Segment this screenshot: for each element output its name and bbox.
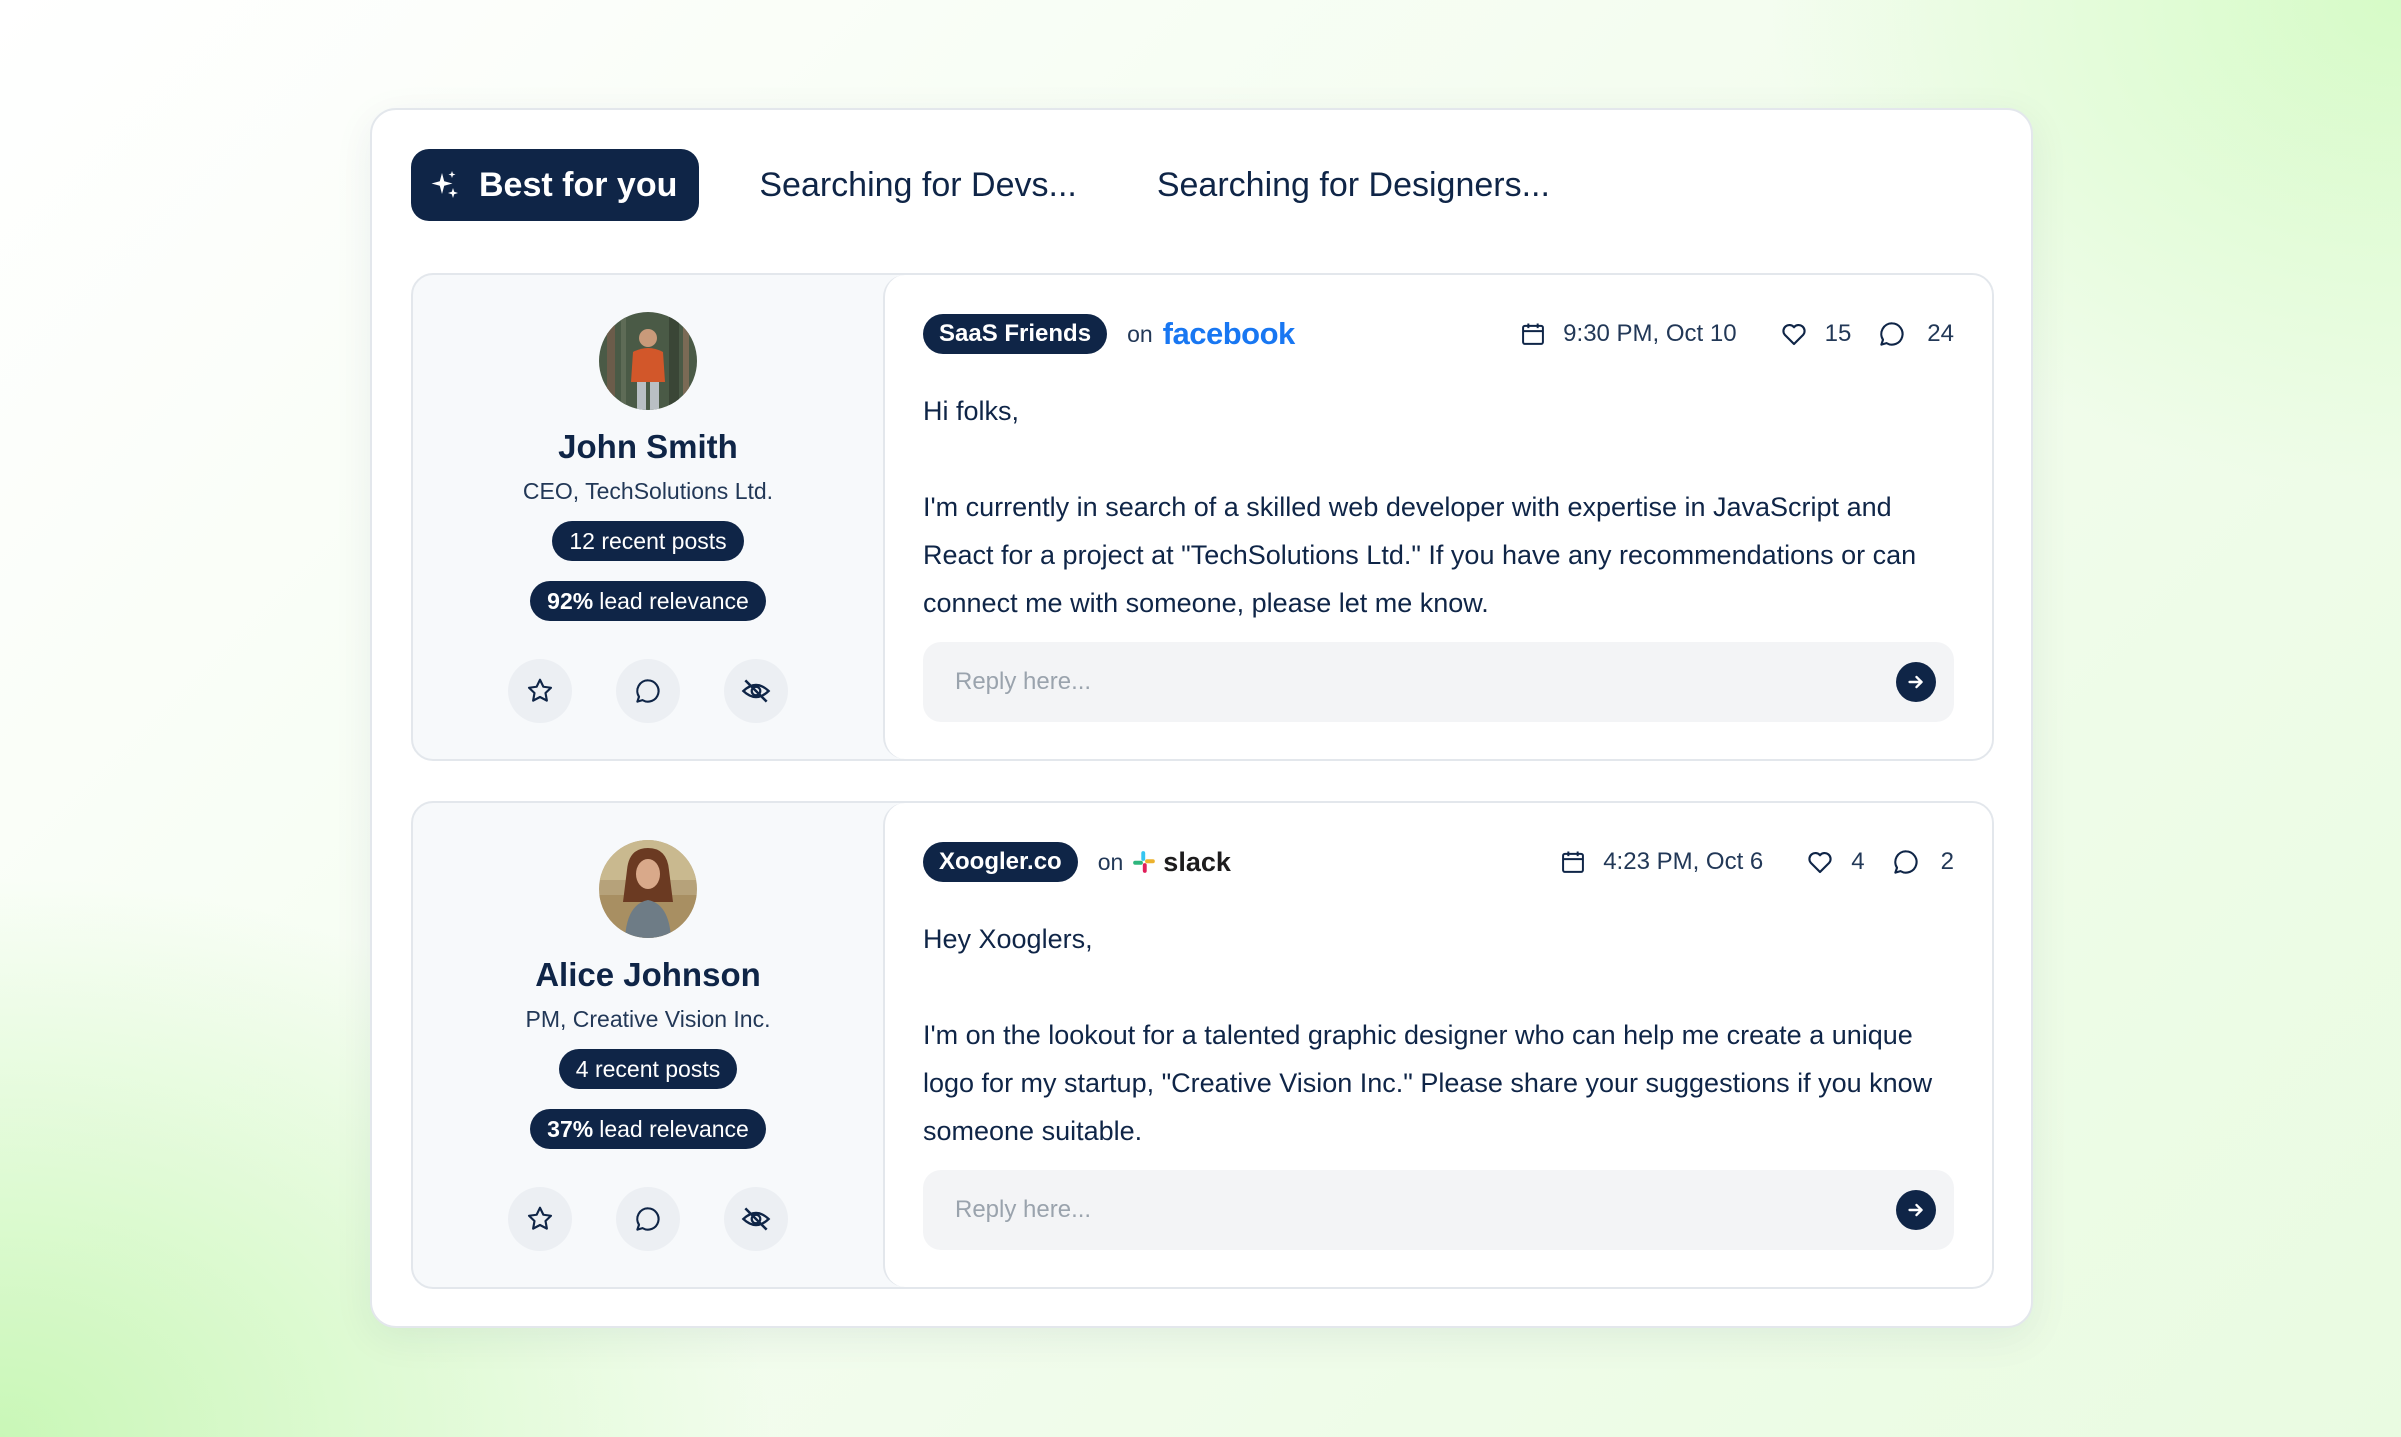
send-button[interactable] xyxy=(1896,662,1936,702)
post-greeting: Hi folks, xyxy=(923,396,1020,426)
comment-icon[interactable] xyxy=(1877,319,1907,349)
post-panel: SaaS Friends on facebook 9:30 PM, Oct 10… xyxy=(883,275,1992,759)
lead-relevance-badge: 92% lead relevance xyxy=(530,581,766,621)
lead-actions xyxy=(508,659,788,723)
tab-bar: Best for you Searching for Devs... Searc… xyxy=(411,149,1550,221)
lead-actions xyxy=(508,1187,788,1251)
post-panel: Xoogler.co on slack 4:23 PM, Oct 6 4 2 H… xyxy=(883,803,1992,1287)
post-stats: 4:23 PM, Oct 6 4 2 xyxy=(1559,847,1954,877)
avatar xyxy=(599,840,697,938)
likes-count: 4 xyxy=(1851,848,1865,875)
favorite-button[interactable] xyxy=(508,659,572,723)
likes-count: 15 xyxy=(1824,320,1852,347)
lead-profile: Alice Johnson PM, Creative Vision Inc. 4… xyxy=(413,803,883,1287)
message-button[interactable] xyxy=(616,1187,680,1251)
favorite-button[interactable] xyxy=(508,1187,572,1251)
star-icon xyxy=(527,1206,553,1230)
on-label: on xyxy=(1127,320,1153,347)
hide-button[interactable] xyxy=(724,1187,788,1251)
group-badge[interactable]: Xoogler.co xyxy=(923,842,1078,882)
post-stats: 9:30 PM, Oct 10 15 24 xyxy=(1519,319,1954,349)
tab-label: Best for you xyxy=(479,165,678,204)
calendar-icon xyxy=(1562,851,1585,873)
lead-name: Alice Johnson xyxy=(535,956,761,993)
group-badge[interactable]: SaaS Friends xyxy=(923,314,1108,354)
send-button[interactable] xyxy=(1896,1190,1936,1230)
recent-posts-badge: 12 recent posts xyxy=(552,521,744,561)
tab-searching-designers[interactable]: Searching for Designers... xyxy=(1157,149,1550,221)
calendar-icon xyxy=(1522,323,1545,345)
on-label: on xyxy=(1097,848,1124,875)
heart-icon[interactable] xyxy=(1805,847,1835,877)
comments-count: 2 xyxy=(1940,848,1954,875)
tab-best-for-you[interactable]: Best for you xyxy=(411,149,700,221)
avatar xyxy=(599,312,697,410)
tab-label: Searching for Devs... xyxy=(759,165,1077,204)
post-meta: Xoogler.co on slack 4:23 PM, Oct 6 4 2 xyxy=(923,841,1954,883)
lead-role: PM, Creative Vision Inc. xyxy=(525,1006,771,1032)
reply-box xyxy=(923,642,1954,722)
arrow-right-icon xyxy=(1908,675,1923,689)
heart-icon[interactable] xyxy=(1779,319,1809,349)
eye-off-icon xyxy=(741,679,771,703)
slack-icon xyxy=(1133,851,1156,873)
post-body: Hi folks, I'm currently in search of a s… xyxy=(923,387,1954,627)
post-message: I'm currently in search of a skilled web… xyxy=(923,492,1917,618)
eye-off-icon xyxy=(741,1207,771,1231)
reply-box xyxy=(923,1170,1954,1250)
comments-count: 24 xyxy=(1927,320,1954,347)
post-time: 4:23 PM, Oct 6 xyxy=(1603,848,1764,875)
star-icon xyxy=(527,678,553,702)
post-meta: SaaS Friends on facebook 9:30 PM, Oct 10… xyxy=(923,313,1954,355)
message-button[interactable] xyxy=(616,659,680,723)
sparkle-icon xyxy=(431,171,458,198)
lead-name: John Smith xyxy=(558,428,738,465)
arrow-right-icon xyxy=(1908,1203,1923,1217)
lead-profile: John Smith CEO, TechSolutions Ltd. 12 re… xyxy=(413,275,883,759)
chat-bubble-icon xyxy=(636,1207,660,1231)
leads-panel: Best for you Searching for Devs... Searc… xyxy=(370,108,2033,1328)
reply-input[interactable] xyxy=(955,668,1896,696)
comment-icon[interactable] xyxy=(1891,847,1921,877)
chat-bubble-icon xyxy=(636,679,660,703)
lead-card: John Smith CEO, TechSolutions Ltd. 12 re… xyxy=(411,273,1994,761)
recent-posts-badge: 4 recent posts xyxy=(558,1049,738,1089)
hide-button[interactable] xyxy=(724,659,788,723)
post-message: I'm on the lookout for a talented graphi… xyxy=(923,1020,1933,1146)
reply-input[interactable] xyxy=(955,1196,1896,1224)
post-body: Hey Xooglers, I'm on the lookout for a t… xyxy=(923,915,1954,1155)
tab-label: Searching for Designers... xyxy=(1156,165,1550,204)
post-time: 9:30 PM, Oct 10 xyxy=(1563,320,1737,347)
lead-card: Alice Johnson PM, Creative Vision Inc. 4… xyxy=(411,801,1994,1289)
slack-logo: slack xyxy=(1131,847,1231,878)
lead-relevance-badge: 37% lead relevance xyxy=(530,1109,766,1149)
lead-role: CEO, TechSolutions Ltd. xyxy=(522,478,774,504)
facebook-logo: facebook xyxy=(1162,316,1296,351)
post-greeting: Hey Xooglers, xyxy=(923,924,1093,954)
tab-searching-devs[interactable]: Searching for Devs... xyxy=(759,149,1076,221)
